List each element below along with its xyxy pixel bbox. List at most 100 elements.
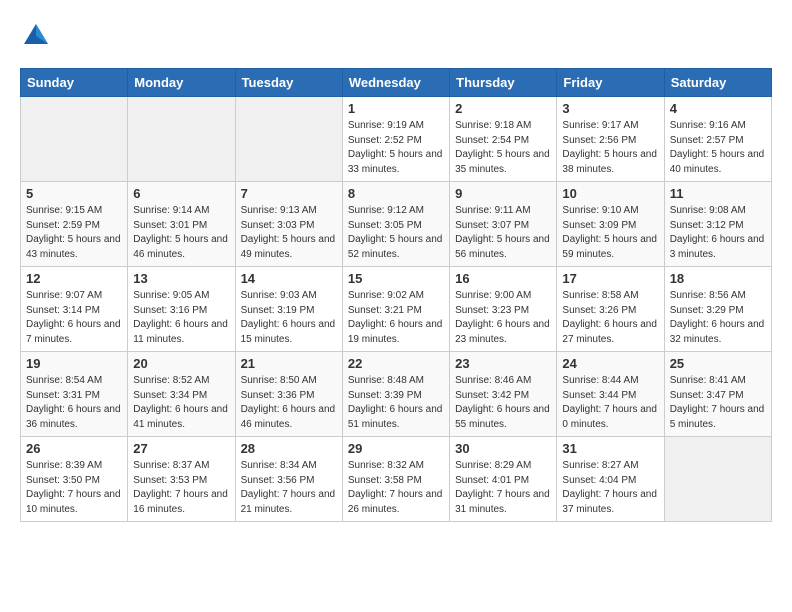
logo-icon — [20, 20, 52, 52]
day-number: 24 — [562, 356, 658, 371]
day-info: Sunrise: 8:52 AM Sunset: 3:34 PM Dayligh… — [133, 374, 229, 432]
day-info: Sunrise: 8:44 AM Sunset: 3:44 PM Dayligh… — [562, 374, 658, 432]
calendar-cell: 4 Sunrise: 9:16 AM Sunset: 2:57 PM Daylig… — [664, 97, 771, 182]
calendar-cell: 6Sunrise: 9:14 AM Sunset: 3:01 PM Daylig… — [128, 182, 235, 267]
day-number: 15 — [348, 271, 444, 286]
calendar-cell: 12 Sunrise: 9:07 AM Sunset: 3:14 PM Dayli… — [21, 267, 128, 352]
day-info: Sunrise: 8:39 AM Sunset: 3:50 PM Dayligh… — [26, 459, 122, 517]
calendar-cell: 13 Sunrise: 9:05 AM Sunset: 3:16 PM Dayli… — [128, 267, 235, 352]
day-number: 18 — [670, 271, 766, 286]
day-number: 22 — [348, 356, 444, 371]
page-header — [20, 20, 772, 52]
day-number: 1 — [348, 101, 444, 116]
day-info: Sunrise: 9:05 AM Sunset: 3:16 PM Dayligh… — [133, 289, 229, 347]
weekday-header-sunday: Sunday — [21, 69, 128, 97]
calendar-cell: 20 Sunrise: 8:52 AM Sunset: 3:34 PM Dayli… — [128, 352, 235, 437]
calendar-cell: 10 Sunrise: 9:10 AM Sunset: 3:09 PM Dayli… — [557, 182, 664, 267]
day-info: Sunrise: 9:08 AM Sunset: 3:12 PM Dayligh… — [670, 204, 766, 262]
day-info: Sunrise: 9:18 AM Sunset: 2:54 PM Dayligh… — [455, 119, 551, 177]
calendar-cell: 29 Sunrise: 8:32 AM Sunset: 3:58 PM Dayli… — [342, 437, 449, 522]
day-info: Sunrise: 9:07 AM Sunset: 3:14 PM Dayligh… — [26, 289, 122, 347]
calendar-cell — [21, 97, 128, 182]
calendar-cell: 30Sunrise: 8:29 AM Sunset: 4:01 PM Dayli… — [450, 437, 557, 522]
day-info: Sunrise: 9:03 AM Sunset: 3:19 PM Dayligh… — [241, 289, 337, 347]
day-number: 23 — [455, 356, 551, 371]
day-number: 30 — [455, 441, 551, 456]
calendar-cell: 22 Sunrise: 8:48 AM Sunset: 3:39 PM Dayli… — [342, 352, 449, 437]
day-number: 19 — [26, 356, 122, 371]
calendar-cell: 17 Sunrise: 8:58 AM Sunset: 3:26 PM Dayli… — [557, 267, 664, 352]
day-number: 14 — [241, 271, 337, 286]
day-number: 10 — [562, 186, 658, 201]
day-info: Sunrise: 8:58 AM Sunset: 3:26 PM Dayligh… — [562, 289, 658, 347]
day-number: 2 — [455, 101, 551, 116]
calendar-cell: 1 Sunrise: 9:19 AM Sunset: 2:52 PM Daylig… — [342, 97, 449, 182]
day-info: Sunrise: 9:02 AM Sunset: 3:21 PM Dayligh… — [348, 289, 444, 347]
day-number: 27 — [133, 441, 229, 456]
day-number: 31 — [562, 441, 658, 456]
calendar-cell: 25Sunrise: 8:41 AM Sunset: 3:47 PM Dayli… — [664, 352, 771, 437]
day-info: Sunrise: 8:56 AM Sunset: 3:29 PM Dayligh… — [670, 289, 766, 347]
calendar-cell: 27 Sunrise: 8:37 AM Sunset: 3:53 PM Dayli… — [128, 437, 235, 522]
day-info: Sunrise: 8:50 AM Sunset: 3:36 PM Dayligh… — [241, 374, 337, 432]
calendar-cell: 3 Sunrise: 9:17 AM Sunset: 2:56 PM Daylig… — [557, 97, 664, 182]
day-number: 16 — [455, 271, 551, 286]
day-number: 3 — [562, 101, 658, 116]
day-number: 7 — [241, 186, 337, 201]
day-info: Sunrise: 9:10 AM Sunset: 3:09 PM Dayligh… — [562, 204, 658, 262]
day-info: Sunrise: 9:16 AM Sunset: 2:57 PM Dayligh… — [670, 119, 766, 177]
day-info: Sunrise: 8:32 AM Sunset: 3:58 PM Dayligh… — [348, 459, 444, 517]
day-info: Sunrise: 9:19 AM Sunset: 2:52 PM Dayligh… — [348, 119, 444, 177]
calendar-cell: 18 Sunrise: 8:56 AM Sunset: 3:29 PM Dayli… — [664, 267, 771, 352]
day-number: 17 — [562, 271, 658, 286]
calendar-cell: 11 Sunrise: 9:08 AM Sunset: 3:12 PM Dayli… — [664, 182, 771, 267]
day-info: Sunrise: 9:13 AM Sunset: 3:03 PM Dayligh… — [241, 204, 337, 262]
weekday-header-wednesday: Wednesday — [342, 69, 449, 97]
calendar-cell: 9 Sunrise: 9:11 AM Sunset: 3:07 PM Daylig… — [450, 182, 557, 267]
calendar-header-row: SundayMondayTuesdayWednesdayThursdayFrid… — [21, 69, 772, 97]
calendar-cell: 23Sunrise: 8:46 AM Sunset: 3:42 PM Dayli… — [450, 352, 557, 437]
calendar-cell: 5 Sunrise: 9:15 AM Sunset: 2:59 PM Daylig… — [21, 182, 128, 267]
weekday-header-tuesday: Tuesday — [235, 69, 342, 97]
day-number: 25 — [670, 356, 766, 371]
day-number: 4 — [670, 101, 766, 116]
day-info: Sunrise: 8:48 AM Sunset: 3:39 PM Dayligh… — [348, 374, 444, 432]
day-info: Sunrise: 8:34 AM Sunset: 3:56 PM Dayligh… — [241, 459, 337, 517]
day-number: 13 — [133, 271, 229, 286]
weekday-header-thursday: Thursday — [450, 69, 557, 97]
calendar-cell: 7 Sunrise: 9:13 AM Sunset: 3:03 PM Daylig… — [235, 182, 342, 267]
calendar-table: SundayMondayTuesdayWednesdayThursdayFrid… — [20, 68, 772, 522]
calendar-cell: 2 Sunrise: 9:18 AM Sunset: 2:54 PM Daylig… — [450, 97, 557, 182]
calendar-cell: 31Sunrise: 8:27 AM Sunset: 4:04 PM Dayli… — [557, 437, 664, 522]
day-info: Sunrise: 9:15 AM Sunset: 2:59 PM Dayligh… — [26, 204, 122, 262]
calendar-cell: 26Sunrise: 8:39 AM Sunset: 3:50 PM Dayli… — [21, 437, 128, 522]
calendar-cell: 19 Sunrise: 8:54 AM Sunset: 3:31 PM Dayli… — [21, 352, 128, 437]
day-info: Sunrise: 8:37 AM Sunset: 3:53 PM Dayligh… — [133, 459, 229, 517]
calendar-cell: 15 Sunrise: 9:02 AM Sunset: 3:21 PM Dayli… — [342, 267, 449, 352]
day-number: 11 — [670, 186, 766, 201]
day-number: 28 — [241, 441, 337, 456]
day-number: 20 — [133, 356, 229, 371]
calendar-week-5: 26Sunrise: 8:39 AM Sunset: 3:50 PM Dayli… — [21, 437, 772, 522]
day-number: 12 — [26, 271, 122, 286]
day-number: 5 — [26, 186, 122, 201]
day-info: Sunrise: 8:54 AM Sunset: 3:31 PM Dayligh… — [26, 374, 122, 432]
calendar-week-4: 19 Sunrise: 8:54 AM Sunset: 3:31 PM Dayli… — [21, 352, 772, 437]
calendar-cell: 21 Sunrise: 8:50 AM Sunset: 3:36 PM Dayli… — [235, 352, 342, 437]
day-info: Sunrise: 9:14 AM Sunset: 3:01 PM Dayligh… — [133, 204, 229, 262]
calendar-cell: 8Sunrise: 9:12 AM Sunset: 3:05 PM Daylig… — [342, 182, 449, 267]
day-number: 21 — [241, 356, 337, 371]
day-info: Sunrise: 9:17 AM Sunset: 2:56 PM Dayligh… — [562, 119, 658, 177]
day-info: Sunrise: 9:11 AM Sunset: 3:07 PM Dayligh… — [455, 204, 551, 262]
weekday-header-friday: Friday — [557, 69, 664, 97]
day-number: 9 — [455, 186, 551, 201]
calendar-cell — [235, 97, 342, 182]
weekday-header-saturday: Saturday — [664, 69, 771, 97]
day-number: 29 — [348, 441, 444, 456]
calendar-cell — [664, 437, 771, 522]
calendar-cell — [128, 97, 235, 182]
calendar-week-2: 5 Sunrise: 9:15 AM Sunset: 2:59 PM Daylig… — [21, 182, 772, 267]
calendar-cell: 14 Sunrise: 9:03 AM Sunset: 3:19 PM Dayli… — [235, 267, 342, 352]
calendar-cell: 28 Sunrise: 8:34 AM Sunset: 3:56 PM Dayli… — [235, 437, 342, 522]
day-info: Sunrise: 9:00 AM Sunset: 3:23 PM Dayligh… — [455, 289, 551, 347]
